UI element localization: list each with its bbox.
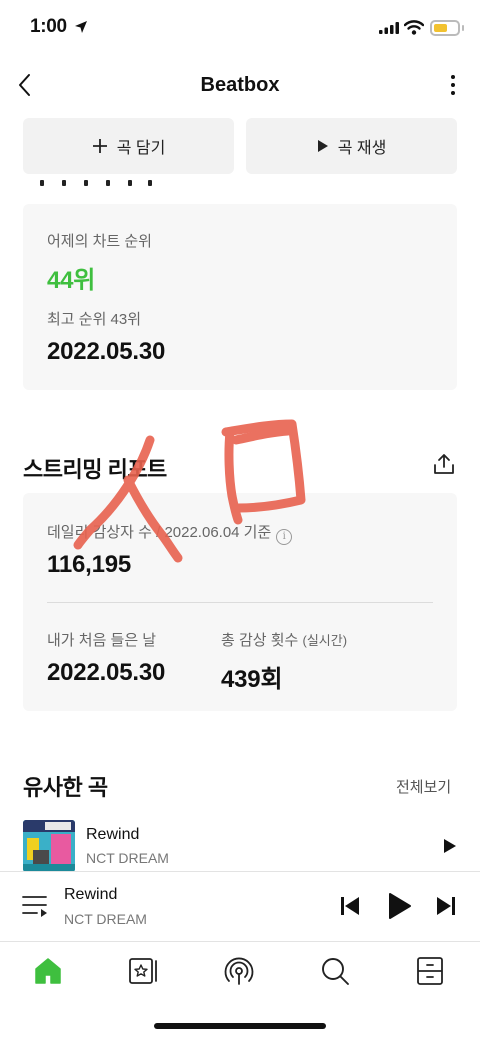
storage-icon[interactable] [414, 955, 446, 987]
album-art [23, 820, 75, 872]
next-track-icon[interactable] [436, 895, 456, 917]
info-icon[interactable]: i [276, 529, 293, 545]
streaming-report-title: 스트리밍 리포트 [23, 457, 167, 482]
best-rank-label: 최고 순위 43위 [47, 311, 142, 328]
total-plays-text: 총 감상 횟수 [221, 632, 299, 649]
daily-listeners-label: 데일리 감상자 수 / 2022.06.04 기준 i [47, 521, 293, 545]
total-plays-label: 총 감상 횟수 (실시간) [221, 629, 347, 650]
battery-icon [430, 20, 460, 36]
best-rank-date: 2022.05.30 [47, 338, 166, 365]
now-playing-artist: NCT DREAM [64, 911, 147, 927]
song-title: Rewind [86, 826, 140, 843]
search-icon[interactable] [319, 955, 351, 987]
scribble-stroke [231, 426, 293, 445]
play-icon[interactable] [388, 892, 412, 920]
song-artist: NCT DREAM [86, 850, 169, 866]
yesterday-rank-value: 44위 [47, 267, 96, 294]
cellular-signal-icon [379, 22, 399, 34]
share-icon[interactable] [432, 452, 456, 476]
play-song-button[interactable]: 곡 재생 [246, 118, 457, 174]
podcast-icon[interactable] [223, 955, 255, 987]
plus-icon [92, 139, 107, 153]
daily-listeners-value: 116,195 [47, 551, 132, 578]
play-icon[interactable] [443, 838, 457, 854]
more-options-icon[interactable] [444, 72, 462, 98]
total-plays-value: 439회 [221, 666, 283, 693]
list-item[interactable]: Rewind NCT DREAM [0, 816, 480, 872]
battery-nub [462, 25, 464, 31]
now-playing-title: Rewind [64, 886, 118, 903]
chart-rank-card: 어제의 차트 순위 44위 최고 순위 43위 2022.05.30 [23, 204, 457, 390]
playlist-icon[interactable] [22, 894, 48, 918]
location-arrow-icon [75, 21, 87, 33]
similar-songs-title: 유사한 곡 [23, 775, 108, 800]
divider [47, 602, 433, 603]
yesterday-rank-label: 어제의 차트 순위 [47, 233, 152, 250]
status-time: 1:00 [30, 16, 67, 37]
see-all-link[interactable]: 전체보기 [396, 776, 451, 797]
add-song-label: 곡 담기 [116, 140, 166, 157]
page-title: Beatbox [200, 74, 280, 96]
streaming-report-card: 데일리 감상자 수 / 2022.06.04 기준 i 116,195 내가 처음… [23, 493, 457, 711]
play-icon [317, 140, 328, 152]
mini-player[interactable]: Rewind NCT DREAM [0, 871, 480, 942]
scrolled-text-remnant [40, 180, 170, 188]
home-indicator [154, 1023, 326, 1029]
tab-bar [0, 943, 480, 1003]
play-song-label: 곡 재생 [337, 140, 387, 157]
nav-header: Beatbox [0, 60, 480, 110]
add-song-button[interactable]: 곡 담기 [23, 118, 234, 174]
first-listen-date: 2022.05.30 [47, 659, 166, 686]
previous-track-icon[interactable] [340, 895, 360, 917]
wifi-icon [404, 20, 424, 35]
home-icon[interactable] [32, 955, 64, 987]
total-plays-note: (실시간) [302, 633, 348, 648]
daily-listeners-text: 데일리 감상자 수 / 2022.06.04 기준 [47, 524, 272, 541]
first-listen-label: 내가 처음 들은 날 [47, 632, 157, 649]
status-bar: 1:00 [0, 0, 480, 56]
library-icon[interactable] [127, 955, 159, 987]
